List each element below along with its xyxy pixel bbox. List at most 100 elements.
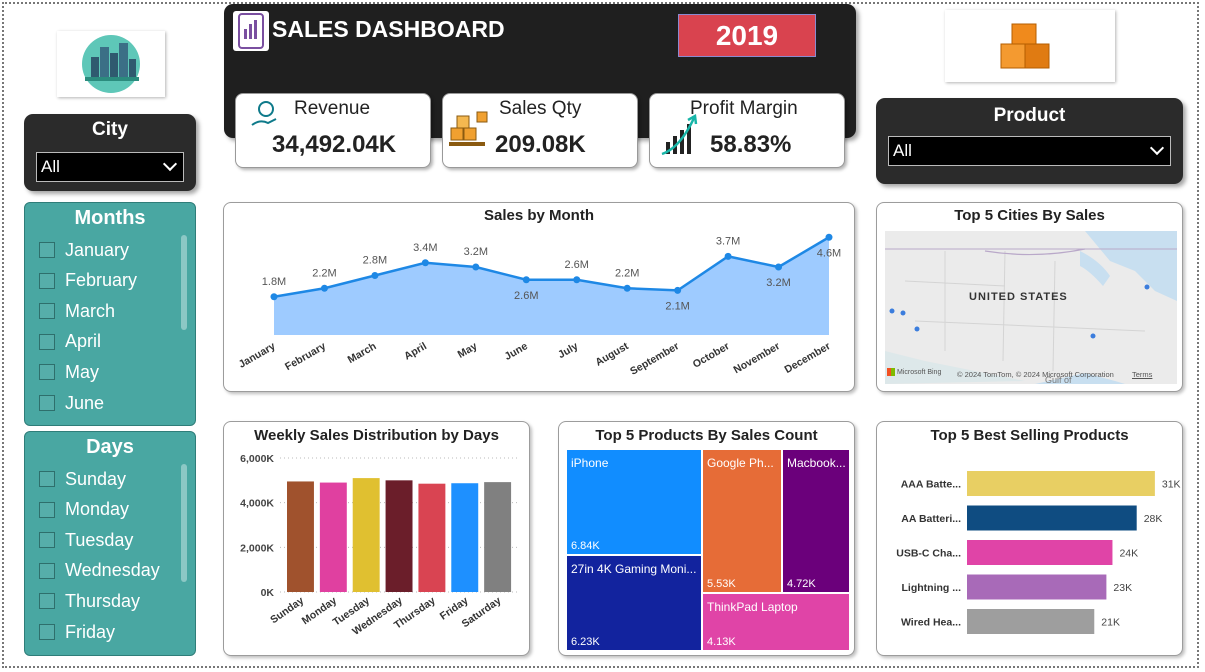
months-scrollbar[interactable] — [181, 235, 187, 330]
sales-by-month-card: Sales by Month 1.8M January 2.2M February 2.… — [223, 202, 855, 392]
profit-margin-title: Profit Margin — [690, 98, 798, 119]
data-point[interactable] — [472, 263, 480, 271]
top-cities-title: Top 5 Cities By Sales — [954, 207, 1105, 224]
dashboard-icon — [233, 11, 269, 51]
treemap-tile[interactable]: 27in 4K Gaming Moni... 6.23K — [567, 556, 701, 650]
revenue-icon — [251, 101, 277, 126]
y-tick-label: Wired Hea... — [901, 617, 961, 629]
data-point[interactable] — [573, 276, 581, 284]
treemap-tile-label: Google Ph... — [707, 456, 774, 470]
month-option[interactable]: February — [39, 269, 137, 293]
month-option[interactable]: January — [39, 238, 129, 262]
treemap-tile[interactable]: iPhone 6.84K — [567, 450, 701, 554]
city-logo — [57, 31, 165, 97]
bar[interactable] — [352, 478, 380, 592]
day-option[interactable]: Monday — [39, 498, 129, 522]
data-label: 2.2M — [312, 267, 336, 279]
product-dropdown[interactable]: All — [888, 136, 1171, 166]
data-label: 21K — [1101, 617, 1120, 629]
checkbox[interactable] — [39, 593, 55, 610]
day-option[interactable]: Tuesday — [39, 528, 133, 552]
data-point[interactable] — [623, 284, 631, 292]
treemap-tile[interactable]: ThinkPad Laptop 4.13K — [703, 594, 849, 650]
data-point[interactable] — [825, 233, 833, 241]
x-tick-label: October — [691, 340, 732, 371]
weekly-sales-card: Weekly Sales Distribution by Days 0K 2,00… — [223, 421, 530, 656]
boxes-icon — [449, 111, 488, 146]
page-title: SALES DASHBOARD — [272, 16, 505, 42]
y-tick-label: AA Batteri... — [901, 513, 961, 525]
month-option-label: May — [65, 361, 100, 382]
y-tick-label: 0K — [261, 587, 275, 599]
month-option[interactable]: May — [39, 360, 99, 384]
data-label: 3.4M — [413, 242, 437, 254]
checkbox[interactable] — [39, 395, 55, 411]
bar[interactable] — [319, 482, 347, 592]
checkbox[interactable] — [39, 272, 55, 289]
revenue-value: 34,492.04K — [272, 131, 397, 158]
treemap-tile-value: 6.23K — [571, 636, 600, 648]
data-point[interactable] — [522, 276, 530, 284]
checkbox[interactable] — [39, 303, 55, 320]
data-point[interactable] — [371, 272, 379, 279]
bar[interactable] — [287, 481, 314, 592]
bar[interactable] — [967, 574, 1107, 600]
best-selling-chart: AAA Batte... 31K AA Batteri... 28K USB-C Cha… — [896, 471, 1181, 634]
bar[interactable] — [967, 471, 1155, 496]
bar[interactable] — [484, 482, 512, 592]
revenue-title: Revenue — [294, 98, 371, 119]
day-option-label: Monday — [65, 499, 130, 520]
data-label: 2.1M — [665, 300, 689, 312]
day-option-label: Sunday — [65, 468, 127, 489]
data-point[interactable] — [724, 252, 732, 260]
day-option[interactable]: Wednesday — [39, 559, 160, 583]
city-filter: City All — [24, 114, 196, 191]
map-terms-link[interactable]: Terms — [1132, 370, 1152, 379]
data-label: 3.2M — [464, 246, 488, 258]
bar[interactable] — [451, 483, 479, 592]
data-label: 28K — [1144, 513, 1163, 525]
data-point[interactable] — [270, 293, 278, 301]
bar[interactable] — [385, 480, 413, 592]
chevron-down-icon — [162, 156, 178, 172]
data-point[interactable] — [320, 284, 328, 292]
data-label: 2.6M — [514, 290, 538, 302]
revenue-card: Revenue 34,492.04K — [235, 93, 431, 168]
days-slicer-title: Days — [86, 436, 134, 458]
map-layer — [885, 231, 1177, 384]
data-point[interactable] — [674, 286, 682, 294]
checkbox[interactable] — [39, 471, 55, 487]
checkbox[interactable] — [39, 624, 55, 640]
day-option-label: Wednesday — [65, 560, 160, 581]
sales-qty-card: Sales Qty 209.08K — [442, 93, 638, 168]
treemap-tile[interactable]: Macbook... 4.72K — [783, 450, 849, 592]
checkbox[interactable] — [39, 242, 55, 258]
checkbox[interactable] — [39, 562, 55, 579]
checkbox[interactable] — [39, 501, 55, 518]
x-tick-label: May — [456, 340, 480, 361]
days-slicer: Days Sunday Monday Tuesday Wednesday Thursda… — [24, 431, 196, 656]
checkbox[interactable] — [39, 333, 55, 350]
day-option[interactable]: Thursday — [39, 589, 140, 613]
top-products-card: Top 5 Products By Sales Count iPhone 6.84… — [558, 421, 855, 656]
days-scrollbar[interactable] — [181, 464, 187, 582]
bar[interactable] — [967, 609, 1095, 634]
bar[interactable] — [967, 505, 1137, 531]
data-point[interactable] — [775, 263, 783, 271]
bar[interactable] — [967, 540, 1113, 565]
checkbox[interactable] — [39, 532, 55, 549]
month-option[interactable]: April — [39, 330, 101, 354]
map-credit: © 2024 TomTom, © 2024 Microsoft Corporat… — [957, 370, 1114, 379]
data-label: 3.2M — [766, 277, 790, 289]
checkbox[interactable] — [39, 364, 55, 381]
treemap-tile[interactable]: Google Ph... 5.53K — [703, 450, 781, 592]
day-option[interactable]: Friday — [39, 620, 115, 644]
day-option[interactable]: Sunday — [39, 467, 126, 491]
month-option[interactable]: March — [39, 299, 115, 323]
us-map[interactable]: UNITED STATES Gulf of Microsoft Bing © 2… — [885, 231, 1177, 384]
x-tick-label: Sunday — [268, 595, 306, 627]
month-option[interactable]: June — [39, 391, 104, 415]
data-point[interactable] — [421, 259, 429, 267]
city-dropdown[interactable]: All — [36, 152, 184, 182]
bar[interactable] — [418, 483, 446, 592]
